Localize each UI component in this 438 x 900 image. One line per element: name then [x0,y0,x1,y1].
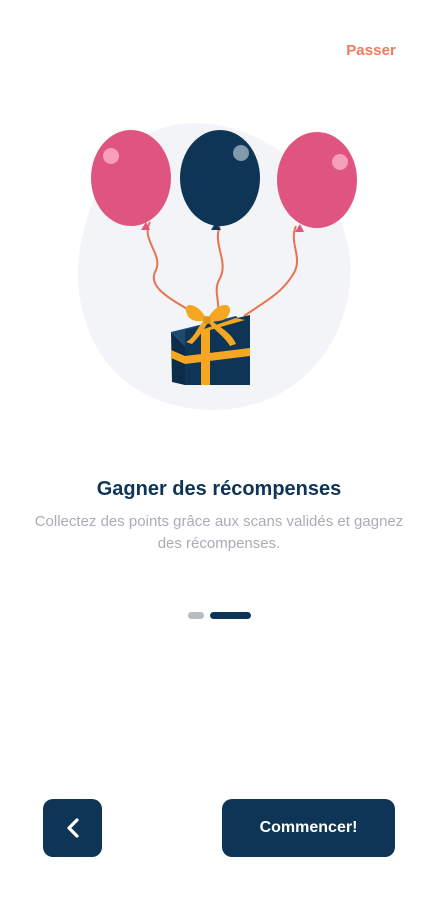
back-button[interactable] [43,799,102,857]
onboarding-title: Gagner des récompenses [96,478,342,500]
page-dot-1[interactable] [187,612,204,619]
balloons-gift-illustration [78,123,357,410]
chevron-left-icon [66,818,79,838]
start-button[interactable]: Commencer! [222,799,395,857]
page-indicator [0,612,438,620]
page-dot-2-active[interactable] [209,612,251,619]
onboarding-screen: Passer Gagner des récompenses Collectez … [0,0,438,900]
onboarding-description: Collectez des points grâce aux scans val… [34,513,404,552]
